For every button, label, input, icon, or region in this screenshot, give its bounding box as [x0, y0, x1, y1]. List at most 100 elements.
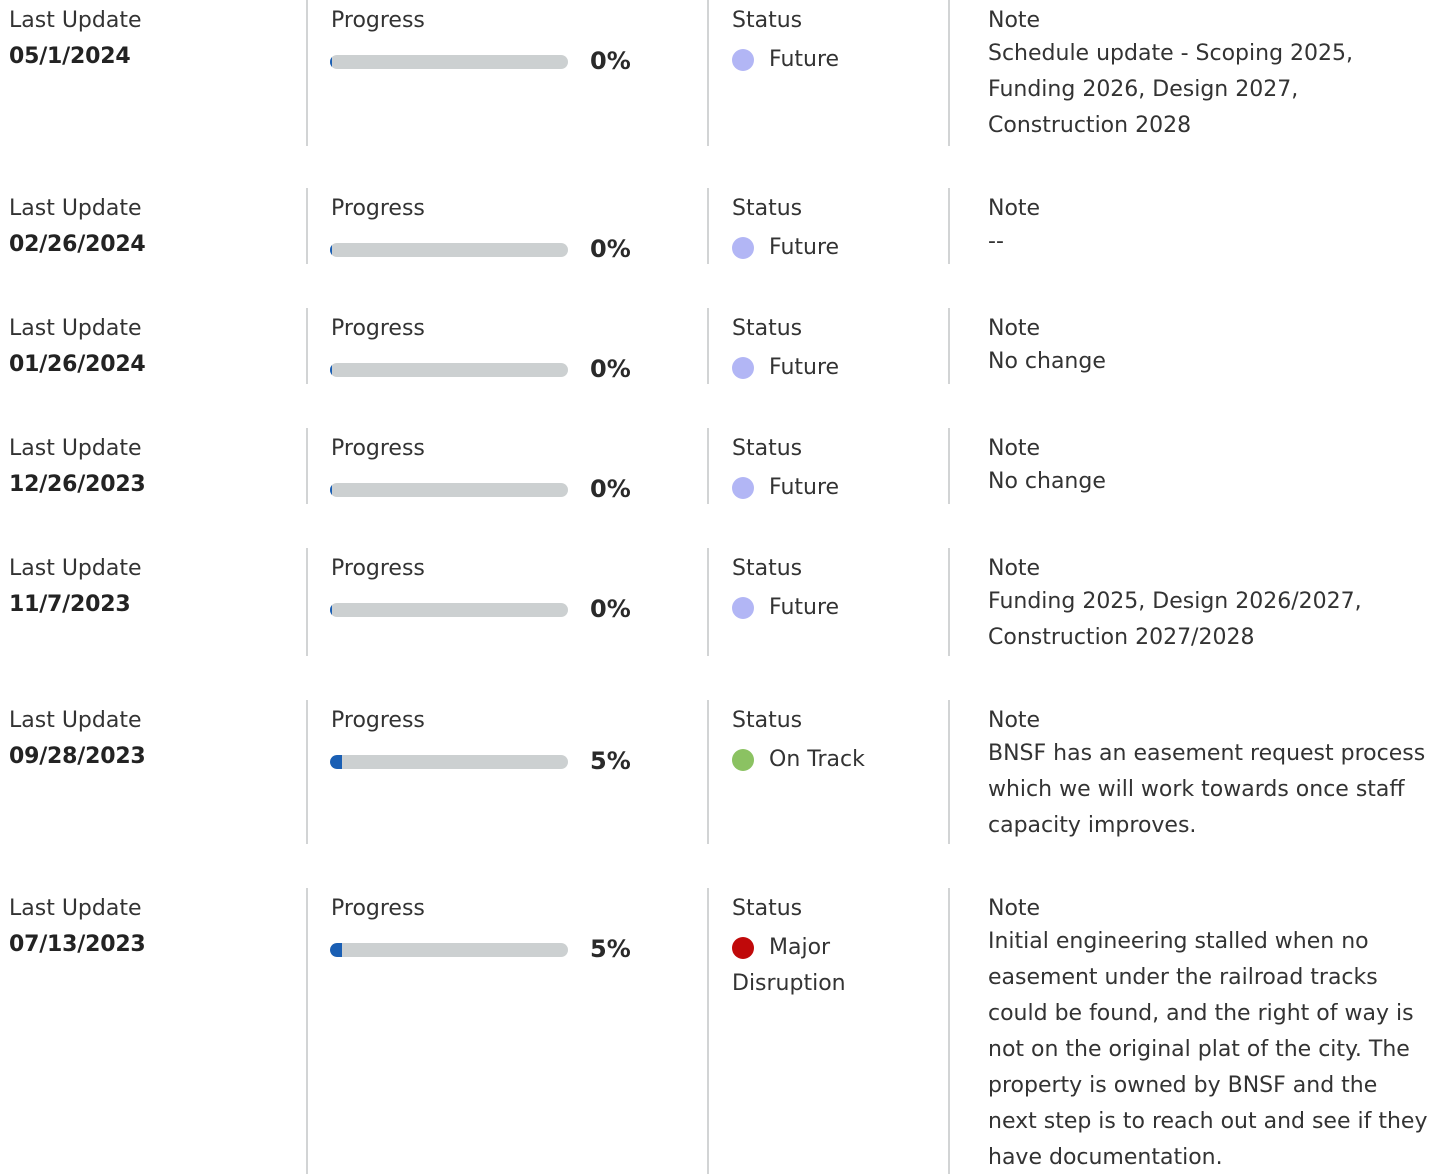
progress-percent: 0%: [590, 355, 631, 383]
progress-indicator: 5%: [307, 746, 707, 776]
progress-bar: [330, 603, 568, 617]
date-column: Last Update 01/26/2024: [9, 308, 299, 380]
progress-indicator: 0%: [307, 234, 707, 264]
progress-label: Progress: [331, 316, 425, 341]
note-text: Initial engineering stalled when no ease…: [988, 929, 1428, 1170]
progress-label: Progress: [331, 196, 425, 221]
update-history-list: Last Update 05/1/2024 Progress 0% Status…: [0, 0, 1436, 1174]
progress-label: Progress: [331, 708, 425, 733]
update-entry: Last Update 02/26/2024 Progress 0% Statu…: [0, 188, 1436, 308]
update-entry: Last Update 01/26/2024 Progress 0% Statu…: [0, 308, 1436, 428]
status-text: Future: [769, 235, 840, 260]
progress-percent: 5%: [590, 935, 631, 963]
status-label: Status: [732, 896, 803, 921]
status-indicator: Future: [732, 470, 932, 506]
status-dot-icon: [732, 749, 754, 771]
progress-bar: [330, 243, 568, 257]
last-update-date: 07/13/2023: [9, 932, 146, 957]
note-label: Note: [988, 8, 1041, 33]
progress-column: Progress 5%: [307, 888, 707, 964]
status-text: On Track: [769, 747, 865, 772]
date-column: Last Update 05/1/2024: [9, 0, 299, 72]
status-dot-icon: [732, 937, 754, 959]
note-text: No change: [988, 349, 1106, 374]
date-column: Last Update 02/26/2024: [9, 188, 299, 260]
progress-bar: [330, 943, 568, 957]
progress-bar-fill: [330, 243, 332, 257]
note-text: --: [988, 229, 1004, 254]
date-column: Last Update 12/26/2023: [9, 428, 299, 500]
note-label: Note: [988, 196, 1041, 221]
progress-bar: [330, 363, 568, 377]
progress-column: Progress 0%: [307, 428, 707, 504]
progress-label: Progress: [331, 896, 425, 921]
progress-label: Progress: [331, 556, 425, 581]
note-label: Note: [988, 708, 1041, 733]
status-dot-icon: [732, 237, 754, 259]
progress-column: Progress 5%: [307, 700, 707, 776]
progress-percent: 0%: [590, 47, 631, 75]
last-update-date: 09/28/2023: [9, 744, 146, 769]
progress-bar-fill: [330, 755, 342, 769]
note-label: Note: [988, 436, 1041, 461]
update-entry: Last Update 11/7/2023 Progress 0% Status…: [0, 548, 1436, 700]
update-entry: Last Update 05/1/2024 Progress 0% Status…: [0, 0, 1436, 188]
status-indicator: Major Disruption: [732, 930, 882, 1002]
status-text: Major Disruption: [732, 935, 846, 996]
progress-percent: 0%: [590, 595, 631, 623]
progress-bar: [330, 483, 568, 497]
status-dot-icon: [732, 49, 754, 71]
progress-label: Progress: [331, 436, 425, 461]
status-label: Status: [732, 436, 803, 461]
status-label: Status: [732, 8, 803, 33]
progress-bar: [330, 55, 568, 69]
update-entry: Last Update 09/28/2023 Progress 5% Statu…: [0, 700, 1436, 888]
progress-percent: 0%: [590, 235, 631, 263]
update-entry: Last Update 07/13/2023 Progress 5% Statu…: [0, 888, 1436, 1174]
note-label: Note: [988, 896, 1041, 921]
progress-percent: 0%: [590, 475, 631, 503]
progress-indicator: 5%: [307, 934, 707, 964]
status-column: Status Future: [708, 548, 948, 626]
last-update-label: Last Update: [9, 896, 142, 921]
last-update-date: 01/26/2024: [9, 352, 146, 377]
note-column: Note BNSF has an easement request proces…: [949, 700, 1436, 844]
progress-bar-fill: [330, 603, 332, 617]
date-column: Last Update 11/7/2023: [9, 548, 299, 620]
note-column: Note Funding 2025, Design 2026/2027, Con…: [949, 548, 1436, 656]
last-update-date: 12/26/2023: [9, 472, 146, 497]
status-column: Status Future: [708, 188, 948, 266]
note-column: Note No change: [949, 308, 1436, 380]
status-label: Status: [732, 556, 803, 581]
status-indicator: Future: [732, 230, 932, 266]
status-label: Status: [732, 196, 803, 221]
progress-column: Progress 0%: [307, 188, 707, 264]
last-update-label: Last Update: [9, 8, 142, 33]
status-text: Future: [769, 595, 840, 620]
progress-column: Progress 0%: [307, 548, 707, 624]
date-column: Last Update 07/13/2023: [9, 888, 299, 960]
status-text: Future: [769, 47, 840, 72]
status-indicator: Future: [732, 350, 932, 386]
last-update-label: Last Update: [9, 316, 142, 341]
last-update-label: Last Update: [9, 708, 142, 733]
progress-indicator: 0%: [307, 46, 707, 76]
status-dot-icon: [732, 597, 754, 619]
note-column: Note No change: [949, 428, 1436, 500]
note-text: No change: [988, 469, 1106, 494]
note-text: Schedule update - Scoping 2025, Funding …: [988, 41, 1354, 138]
note-label: Note: [988, 556, 1041, 581]
progress-bar-fill: [330, 483, 332, 497]
progress-indicator: 0%: [307, 474, 707, 504]
progress-indicator: 0%: [307, 594, 707, 624]
progress-label: Progress: [331, 8, 425, 33]
last-update-label: Last Update: [9, 436, 142, 461]
status-indicator: On Track: [732, 742, 932, 778]
status-label: Status: [732, 708, 803, 733]
note-text: Funding 2025, Design 2026/2027, Construc…: [988, 589, 1362, 650]
status-text: Future: [769, 355, 840, 380]
status-dot-icon: [732, 357, 754, 379]
update-entry: Last Update 12/26/2023 Progress 0% Statu…: [0, 428, 1436, 548]
note-column: Note Schedule update - Scoping 2025, Fun…: [949, 0, 1436, 144]
status-column: Status Future: [708, 428, 948, 506]
